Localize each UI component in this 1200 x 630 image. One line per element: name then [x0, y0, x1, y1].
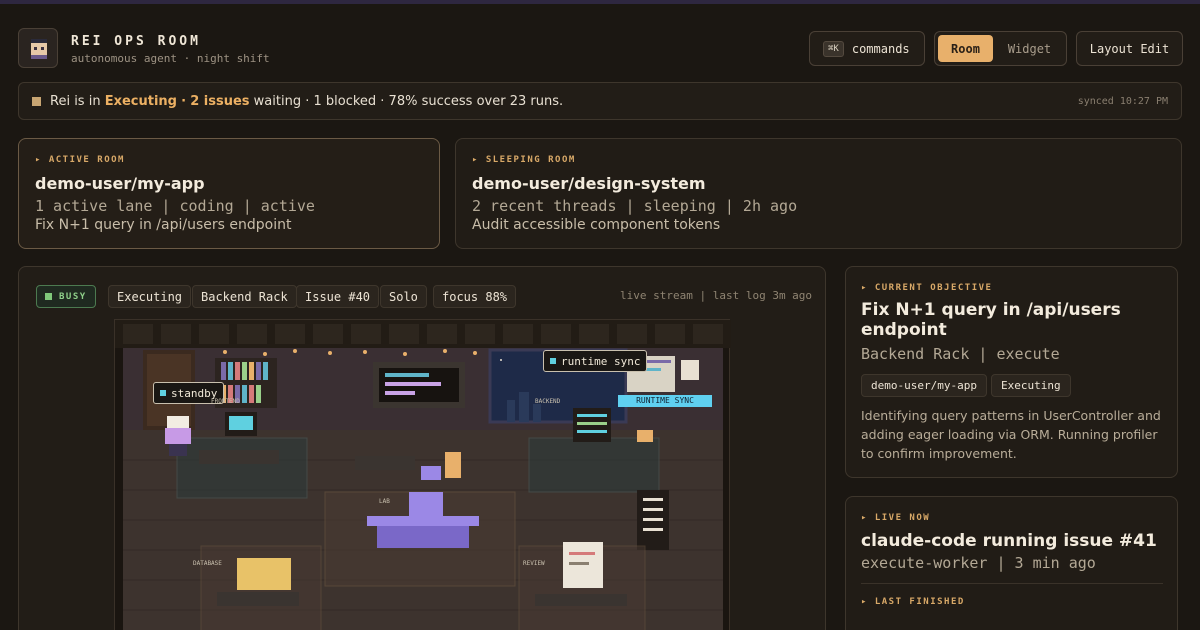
status-bar: Rei is in Executing · 2 issues waiting ·… — [18, 82, 1182, 120]
busy-dot-icon — [45, 293, 52, 300]
commands-button[interactable]: ⌘K commands — [809, 31, 925, 66]
review-label: REVIEW — [523, 560, 545, 567]
active-room-name: demo-user/my-app — [35, 174, 205, 193]
sleeping-room-eyebrow: SLEEPING ROOM — [472, 155, 576, 165]
shortcut-kbd: ⌘K — [823, 40, 844, 57]
tag-station: Backend Rack — [192, 285, 297, 308]
active-room-task: Fix N+1 query in /api/users endpoint — [35, 217, 292, 233]
current-objective-card: CURRENT OBJECTIVE Fix N+1 query in /api/… — [845, 266, 1178, 478]
runtime-sync-screen: RUNTIME SYNC — [618, 395, 712, 407]
top-accent-line — [0, 0, 1200, 4]
status-prefix: Rei is in — [50, 93, 101, 109]
commands-label: commands — [851, 41, 910, 56]
app-title: REI OPS ROOM — [71, 34, 201, 49]
objective-repo-chip[interactable]: demo-user/my-app — [861, 374, 987, 397]
active-room-eyebrow: ACTIVE ROOM — [35, 155, 125, 165]
tag-issue: Issue #40 — [296, 285, 380, 308]
sleeping-room-card[interactable]: SLEEPING ROOM demo-user/design-system 2 … — [455, 138, 1182, 249]
busy-badge: BUSY — [36, 285, 96, 308]
app-subtitle: autonomous agent · night shift — [71, 52, 270, 65]
sleeping-room-meta: 2 recent threads | sleeping | 2h ago — [472, 197, 798, 215]
pixel-room-scene[interactable]: standby runtime sync RUNTIME SYNC FRONTE… — [114, 319, 731, 630]
status-sep: · — [181, 93, 187, 109]
tag-focus: focus 88% — [433, 285, 517, 308]
status-issues: 2 issues — [190, 93, 250, 109]
sync-dot-icon — [550, 358, 556, 364]
room-view-button[interactable]: Room — [938, 35, 993, 62]
widget-view-button[interactable]: Widget — [997, 35, 1062, 62]
objective-eyebrow: CURRENT OBJECTIVE — [861, 283, 992, 293]
objective-description: Identifying query patterns in UserContro… — [861, 408, 1161, 461]
live-meta: execute-worker | 3 min ago — [861, 554, 1096, 572]
layout-edit-button[interactable]: Layout Edit — [1076, 31, 1183, 66]
live-now-card: LIVE NOW claude-code running issue #41 e… — [845, 496, 1178, 630]
tag-mode: Solo — [380, 285, 427, 308]
status-rest: waiting · 1 blocked · 78% success over 2… — [253, 93, 564, 109]
synced-time: synced 10:27 PM — [1077, 95, 1168, 107]
bubble-dot-icon — [160, 390, 166, 396]
sync-bubble: runtime sync — [543, 350, 648, 372]
active-room-meta: 1 active lane | coding | active — [35, 197, 315, 215]
live-eyebrow: LIVE NOW — [861, 513, 930, 523]
objective-meta: Backend Rack | execute — [861, 345, 1060, 363]
busy-label: BUSY — [59, 291, 87, 302]
frontend-label: FRONTEND — [211, 398, 240, 405]
agent-avatar-icon — [18, 28, 58, 68]
tag-state: Executing — [108, 285, 192, 308]
lab-label: LAB — [379, 498, 390, 505]
live-divider — [861, 583, 1163, 584]
last-finished-eyebrow: LAST FINISHED — [861, 597, 965, 607]
status-square-icon — [32, 96, 41, 106]
objective-state-chip: Executing — [991, 374, 1071, 397]
sleeping-room-name: demo-user/design-system — [472, 174, 706, 193]
backend-label: BACKEND — [535, 398, 561, 405]
sleeping-room-task: Audit accessible component tokens — [472, 217, 721, 233]
stream-status: live stream | last log 3m ago — [620, 289, 813, 302]
active-room-card[interactable]: ACTIVE ROOM demo-user/my-app 1 active la… — [18, 138, 440, 249]
database-label: DATABASE — [193, 560, 222, 567]
status-state: Executing — [104, 93, 177, 109]
live-title: claude-code running issue #41 — [861, 531, 1157, 551]
sync-bubble-text: runtime sync — [561, 354, 641, 368]
view-toggle: Room Widget — [934, 31, 1067, 66]
objective-title: Fix N+1 query in /api/users endpoint — [861, 300, 1121, 340]
